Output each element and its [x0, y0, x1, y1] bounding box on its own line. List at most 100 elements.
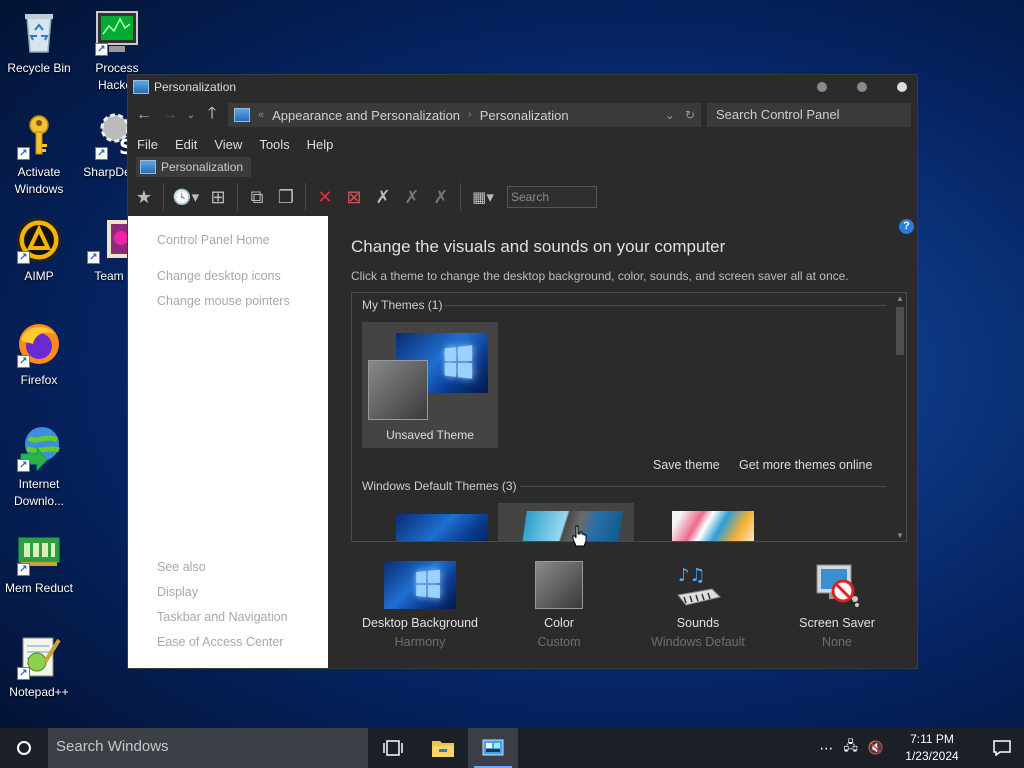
refresh-icon[interactable]: ↻: [685, 108, 695, 122]
tab-label: Personalization: [161, 160, 244, 174]
taskbar: Search Windows ⋯ 🖧 🔇 7:11 PM 1/23/2024: [0, 728, 1024, 768]
menu-file[interactable]: File: [137, 137, 158, 152]
windows-logo-icon: [416, 569, 440, 599]
link-control-panel-home[interactable]: Control Panel Home: [157, 233, 270, 247]
link-taskbar-navigation[interactable]: Taskbar and Navigation: [157, 610, 288, 624]
link-ease-of-access[interactable]: Ease of Access Center: [157, 635, 283, 649]
page-subtitle: Click a theme to change the desktop back…: [351, 269, 849, 283]
notepadpp-icon: ↗: [15, 632, 63, 680]
menu-help[interactable]: Help: [307, 137, 334, 152]
menu-view[interactable]: View: [214, 137, 242, 152]
screen-saver-label: Screen Saver: [799, 616, 875, 630]
save-theme-link[interactable]: Save theme: [653, 458, 720, 472]
breadcrumb-overflow[interactable]: «: [258, 109, 264, 121]
back-arrow-icon[interactable]: ←: [134, 106, 154, 124]
help-icon[interactable]: ?: [899, 219, 914, 234]
close-tab-icon[interactable]: ✕: [313, 185, 337, 209]
group-divider: [444, 305, 886, 306]
start-button[interactable]: [0, 728, 48, 768]
theme-wallpaper-preview: [396, 514, 488, 541]
new-window-icon[interactable]: ⧉: [245, 185, 269, 209]
view-options-icon[interactable]: ▦▾: [468, 185, 498, 209]
svg-text:♪♫: ♪♫: [678, 565, 706, 586]
desktop-icon-activate-windows[interactable]: ↗ Activate Windows: [0, 112, 78, 198]
content-area: Control Panel Home Change desktop icons …: [128, 216, 917, 668]
link-display[interactable]: Display: [157, 585, 198, 599]
group-divider: [520, 486, 886, 487]
close-all-tabs-icon[interactable]: ✗: [429, 185, 453, 209]
aimp-icon: ↗: [15, 216, 63, 264]
system-tray: ⋯ 🖧 🔇 7:11 PM 1/23/2024: [819, 731, 1024, 765]
windows-logo-icon[interactable]: ⊞: [206, 185, 230, 209]
volume-muted-icon[interactable]: 🔇: [868, 740, 884, 756]
menu-bar: File Edit View Tools Help: [128, 132, 917, 156]
taskbar-control-panel[interactable]: [468, 728, 518, 768]
scrollbar-thumb[interactable]: [896, 307, 904, 355]
cascade-windows-icon[interactable]: ❐: [274, 185, 298, 209]
window-controls: [817, 81, 917, 92]
control-panel-icon: [482, 739, 504, 756]
desktop-icon-aimp[interactable]: ↗ AIMP: [0, 216, 78, 285]
desktop-icon-firefox[interactable]: ↗ Firefox: [0, 320, 78, 389]
control-panel-icon: [234, 108, 250, 122]
shortcut-arrow-icon: ↗: [17, 147, 30, 160]
link-change-desktop-icons[interactable]: Change desktop icons: [157, 269, 281, 283]
scroll-down-arrow-icon[interactable]: ▼: [894, 531, 906, 540]
desktop-icon-internet-download[interactable]: ↗ Internet Downlo...: [0, 424, 78, 510]
toolbar-separator: [305, 183, 306, 211]
show-hidden-icons-icon[interactable]: ⋯: [819, 740, 833, 757]
theme-tile-windows[interactable]: [362, 503, 498, 541]
address-dropdown-icon[interactable]: ⌄: [665, 108, 675, 122]
close-button[interactable]: [897, 81, 907, 92]
control-panel-icon: [133, 79, 149, 94]
desktop-icon-notepadpp[interactable]: ↗ Notepad++: [0, 632, 78, 701]
search-control-panel-input[interactable]: Search Control Panel: [707, 103, 911, 127]
theme-tile-windows-10[interactable]: [498, 503, 634, 541]
screen-saver-button[interactable]: Screen Saver None: [767, 561, 907, 649]
clock[interactable]: 7:11 PM 1/23/2024: [894, 731, 970, 765]
task-view-button[interactable]: [368, 728, 418, 768]
close-left-tabs-icon[interactable]: ✗: [371, 185, 395, 209]
scroll-up-arrow-icon[interactable]: ▲: [894, 294, 906, 303]
breadcrumb-personalization[interactable]: Personalization: [480, 108, 569, 123]
history-clock-icon[interactable]: 🕓▾: [171, 185, 201, 209]
breadcrumb-appearance[interactable]: Appearance and Personalization: [272, 108, 460, 123]
themes-list: My Themes (1) Unsaved Theme Save theme G…: [351, 292, 907, 542]
address-bar[interactable]: « Appearance and Personalization › Perso…: [228, 103, 701, 127]
maximize-button[interactable]: [857, 81, 867, 92]
my-themes-label: My Themes (1): [362, 298, 443, 312]
forward-arrow-icon[interactable]: →: [160, 106, 180, 124]
toolbar-separator: [163, 183, 164, 211]
tab-personalization[interactable]: Personalization: [136, 157, 252, 177]
title-bar[interactable]: Personalization: [128, 75, 917, 98]
desktop-background-label: Desktop Background: [361, 616, 479, 630]
theme-tile-flowers[interactable]: [634, 503, 770, 541]
desktop-icon-recycle-bin[interactable]: Recycle Bin: [0, 8, 78, 77]
up-arrow-icon[interactable]: 🡑: [202, 102, 222, 129]
shortcut-arrow-icon: ↗: [95, 43, 108, 56]
theme-tile-unsaved[interactable]: Unsaved Theme: [362, 322, 498, 448]
link-change-mouse-pointers[interactable]: Change mouse pointers: [157, 294, 290, 308]
get-more-themes-link[interactable]: Get more themes online: [739, 458, 872, 472]
breadcrumb-separator-icon: ›: [468, 109, 472, 121]
sounds-value: Windows Default: [651, 635, 745, 649]
taskbar-search-input[interactable]: Search Windows: [48, 728, 368, 768]
close-other-tabs-icon[interactable]: ⊠: [342, 185, 366, 209]
recent-pages-chevron-icon[interactable]: ⌄: [186, 110, 196, 121]
action-center-button[interactable]: [980, 740, 1024, 756]
favorites-star-icon[interactable]: ★: [132, 185, 156, 209]
minimize-button[interactable]: [817, 81, 827, 92]
desktop-icon-mem-reduct[interactable]: ↗ Mem Reduct: [0, 528, 78, 597]
close-right-tabs-icon[interactable]: ✗: [400, 185, 424, 209]
themes-scrollbar[interactable]: ▲ ▼: [894, 293, 906, 541]
menu-edit[interactable]: Edit: [175, 137, 197, 152]
toolbar-separator: [237, 183, 238, 211]
color-button[interactable]: Color Custom: [489, 561, 629, 649]
network-icon[interactable]: 🖧: [843, 737, 858, 759]
window-title: Personalization: [154, 79, 237, 94]
desktop-background-button[interactable]: Desktop Background Harmony: [350, 561, 490, 649]
menu-tools[interactable]: Tools: [259, 137, 289, 152]
toolbar-search-input[interactable]: Search: [507, 186, 597, 208]
sounds-button[interactable]: ♪♫ Sounds Windows Default: [628, 561, 768, 649]
taskbar-file-explorer[interactable]: [418, 728, 468, 768]
